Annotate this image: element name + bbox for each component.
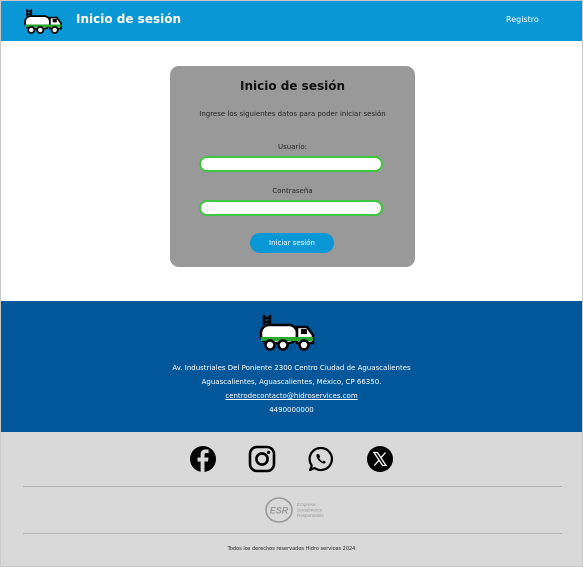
whatsapp-icon[interactable] [307,445,335,473]
esr-badge-text: ESR [270,506,289,516]
email-link[interactable]: centrodecontacto@hidroservices.com [225,392,357,400]
password-input[interactable] [199,200,383,216]
truck-logo-icon[interactable] [23,7,63,35]
register-link[interactable]: Registro [506,15,539,24]
address-line2: Aguascalientes, Aguascalientes, México, … [201,378,382,386]
password-label: Contraseña [272,187,313,195]
login-button[interactable]: Iniciar sesión [250,233,334,253]
esr-text-line3: Responsable [297,513,324,518]
login-card: Inicio de sesión Ingrese los siguientes … [170,66,415,267]
truck-logo-icon [259,315,315,351]
phone-number: 4490000000 [269,406,314,414]
esr-logo: ESR Empresa Socialmente Responsable [265,497,324,523]
header-bar: Inicio de sesión Registro [1,1,582,41]
username-input[interactable] [199,156,383,172]
header-title: Inicio de sesión [76,12,181,26]
footer-contact: Av. Industriales Del Poniente 2300 Centr… [1,301,582,432]
esr-text-line1: Empresa [297,502,316,507]
x-icon[interactable] [366,445,394,473]
divider [23,486,562,487]
divider [23,533,562,534]
login-title: Inicio de sesión [240,79,345,93]
copyright-text: Todos los derechos reservados Hidro serv… [227,546,356,552]
login-subtitle: Ingrese los siguientes datos para poder … [199,110,386,118]
instagram-icon[interactable] [248,445,276,473]
page: Inicio de sesión Registro Inicio de sesi… [0,0,583,567]
username-label: Usuario: [278,143,307,151]
footer-social: ESR Empresa Socialmente Responsable Todo… [1,432,582,566]
facebook-icon[interactable] [189,445,217,473]
esr-text-line2: Socialmente [297,508,323,513]
address-line1: Av. Industriales Del Poniente 2300 Centr… [172,364,411,372]
